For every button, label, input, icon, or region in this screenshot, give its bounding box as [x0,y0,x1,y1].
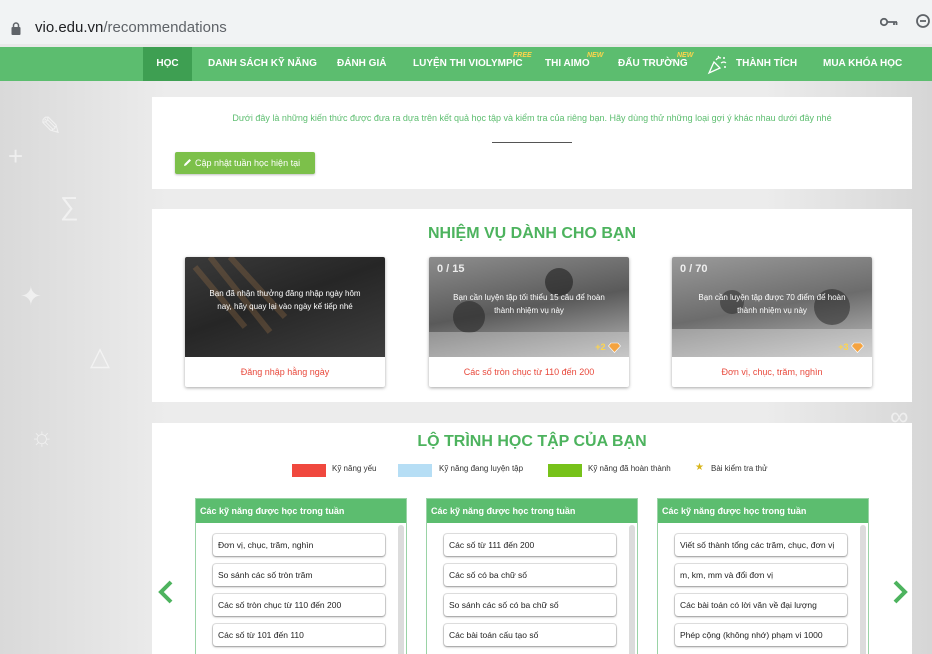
skill-item[interactable]: Các số tròn chục từ 110 đến 200 [213,594,385,616]
nav-item-danh-sach-ky-nang[interactable]: DANH SÁCH KỸ NĂNG [208,47,317,81]
mission-progress: 0 / 70 [680,263,708,275]
doodle-icon: + [8,141,24,171]
skill-column-header: Các kỹ năng được học trong tuần [427,499,637,523]
scrollbar[interactable] [860,525,866,654]
nav-item-danh-gia[interactable]: ĐÁNH GIÁ [337,47,386,81]
nav-item-thanh-tich[interactable]: THÀNH TÍCH [736,47,797,81]
nav-item-dau-truong[interactable]: ĐẤU TRƯỜNG NEW [618,47,693,81]
skill-item[interactable]: Các số có ba chữ số [444,564,616,586]
mission-card-login[interactable]: Bạn đã nhận thưởng đăng nhập ngày hôm na… [185,257,385,387]
legend-label-completed: Kỹ năng đã hoàn thành [588,464,671,473]
mission-reward: +3 [838,342,864,353]
new-badge: NEW [677,52,694,59]
doodle-icon: ∑ [60,191,79,221]
mission-description: Bạn cần luyện tập tối thiểu 15 câu để ho… [453,293,605,315]
skill-item[interactable]: Viết số thành tổng các trăm, chục, đơn v… [675,534,847,556]
skill-item[interactable]: Đơn vị, chục, trăm, nghìn [213,534,385,556]
legend-swatch-weak [292,464,326,477]
lock-icon [11,22,21,35]
reward-amount: +2 [595,341,606,352]
main-nav: HỌC DANH SÁCH KỸ NĂNG ĐÁNH GIÁ LUYỆN THI… [0,47,932,81]
skill-item[interactable]: So sánh các số tròn trăm [213,564,385,586]
mission-image: 0 / 70 Bạn cần luyện tập được 70 điểm để… [672,257,872,357]
mission-description: Bạn cần luyện tập được 70 điểm để hoàn t… [698,293,846,315]
doodle-icon: ☼ [30,421,54,451]
star-icon: ★ [695,462,704,473]
party-popper-icon [707,55,727,75]
missions-panel: NHIỆM VỤ DÀNH CHO BẠN Bạn đã nhận thưởng… [152,209,912,402]
nav-item-mua-khoa-hoc[interactable]: MUA KHÓA HỌC [823,47,902,81]
scrollbar[interactable] [398,525,404,654]
legend-label-practicing: Kỹ năng đang luyện tập [439,464,524,473]
skill-item[interactable]: Các số từ 101 đến 110 [213,624,385,646]
mission-progress: 0 / 15 [437,263,465,275]
intro-panel: Dưới đây là những kiến thức được đưa ra … [152,97,912,189]
legend-swatch-completed [548,464,582,477]
missions-title: NHIỆM VỤ DÀNH CHO BẠN [428,225,636,242]
nav-item-thi-aimo[interactable]: THI AIMO NEW [545,47,603,81]
learning-path-title: LỘ TRÌNH HỌC TẬP CỦA BẠN [417,433,647,450]
nav-label: LUYỆN THI VIOLYMPIC [413,58,523,69]
nav-label: MUA KHÓA HỌC [823,58,903,69]
diamond-icon [608,342,621,353]
mission-reward: +2 [595,342,621,353]
free-badge: FREE [513,52,532,59]
skill-item[interactable]: Các bài toán cấu tạo số [444,624,616,646]
update-week-button[interactable]: Cập nhật tuần học hiện tại [175,152,315,174]
legend-label-weak: Kỹ năng yếu [332,464,377,473]
nav-label: DANH SÁCH KỸ NĂNG [208,58,317,69]
chevron-left-icon[interactable] [156,580,176,604]
nav-label: ĐÁNH GIÁ [337,58,387,69]
doodle-icon: △ [90,341,110,371]
reward-amount: +3 [838,341,849,352]
skill-item[interactable]: Phép cộng (không nhớ) phạm vi 1000 [675,624,847,646]
mission-image: Bạn đã nhận thưởng đăng nhập ngày hôm na… [185,257,385,357]
mission-label: Đơn vị, chục, trăm, nghìn [721,367,823,377]
mission-card-points-70[interactable]: 0 / 70 Bạn cần luyện tập được 70 điểm để… [672,257,872,387]
nav-item-luyen-thi-violympic[interactable]: LUYỆN THI VIOLYMPIC FREE [413,47,532,81]
legend-label-mock-test: Bài kiểm tra thử [711,464,768,473]
zoom-out-icon[interactable] [915,13,932,31]
address-bar[interactable]: vio.edu.vn/recommendations [0,6,870,40]
learning-path-panel: LỘ TRÌNH HỌC TẬP CỦA BẠN Kỹ năng yếu Kỹ … [152,423,912,654]
skill-item[interactable]: m, km, mm và đổi đơn vị [675,564,847,586]
update-week-label: Cập nhật tuần học hiện tại [195,158,301,168]
mission-description: Bạn đã nhận thưởng đăng nhập ngày hôm na… [209,289,361,311]
mission-image: 0 / 15 Bạn cần luyện tập tối thiểu 15 câ… [429,257,629,357]
nav-item-hoc[interactable]: HỌC [143,47,192,81]
legend-swatch-practicing [398,464,432,477]
scrollbar[interactable] [629,525,635,654]
pencil-icon [184,159,191,166]
doodle-icon: ✦ [20,281,42,311]
skill-item[interactable]: Các số từ 111 đến 200 [444,534,616,556]
skill-column: Các kỹ năng được học trong tuần Viết số … [657,498,869,654]
nav-label: THÀNH TÍCH [736,58,798,69]
intro-text: Dưới đây là những kiến thức được đưa ra … [232,113,832,123]
skill-column-header: Các kỹ năng được học trong tuần [196,499,406,523]
nav-label: HỌC [156,58,179,69]
browser-toolbar: vio.edu.vn/recommendations [0,0,932,44]
url-path: /recommendations [103,19,227,36]
diamond-icon [851,342,864,353]
mission-card-practice-15[interactable]: 0 / 15 Bạn cần luyện tập tối thiểu 15 câ… [429,257,629,387]
url-host: vio.edu.vn [35,19,104,36]
skill-item[interactable]: So sánh các số có ba chữ số [444,594,616,616]
skill-column: Các kỹ năng được học trong tuần Các số t… [426,498,638,654]
mission-label: Các số tròn chục từ 110 đến 200 [463,367,595,377]
mission-label: Đăng nhập hằng ngày [240,367,330,377]
new-badge: NEW [587,52,604,59]
nav-label: THI AIMO [545,58,590,69]
skill-item[interactable]: Các bài toán có lời văn về đại lượng [675,594,847,616]
skill-column-header: Các kỹ năng được học trong tuần [658,499,868,523]
doodle-icon: ✎ [40,111,62,141]
divider [492,142,572,143]
key-icon[interactable] [880,16,898,28]
url-text: vio.edu.vn/recommendations [35,19,227,36]
chevron-right-icon[interactable] [890,580,910,604]
skill-column: Các kỹ năng được học trong tuần Đơn vị, … [195,498,407,654]
